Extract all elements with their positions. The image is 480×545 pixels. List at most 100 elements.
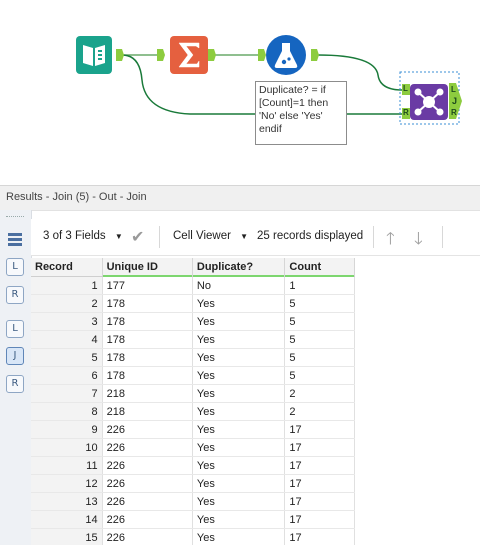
count-cell[interactable]: 17 — [284, 456, 355, 475]
unique-id-cell[interactable]: 178 — [102, 330, 193, 349]
right-input-button[interactable]: R — [6, 286, 24, 304]
duplicate-cell[interactable]: Yes — [192, 348, 286, 367]
record-cell[interactable]: 7 — [31, 384, 103, 403]
duplicate-cell[interactable]: No — [192, 276, 286, 295]
duplicate-cell[interactable]: Yes — [192, 402, 286, 421]
table-row[interactable]: 13 226 Yes 17 — [31, 492, 355, 511]
unique-id-cell[interactable]: 226 — [102, 492, 193, 511]
count-cell[interactable]: 5 — [284, 348, 355, 367]
list-icon[interactable] — [6, 230, 24, 248]
count-cell[interactable]: 5 — [284, 312, 355, 331]
table-row[interactable]: 4 178 Yes 5 — [31, 330, 355, 349]
count-cell[interactable]: 17 — [284, 420, 355, 439]
unique-id-cell[interactable]: 218 — [102, 384, 193, 403]
record-cell[interactable]: 15 — [31, 528, 103, 545]
duplicate-cell[interactable]: Yes — [192, 492, 286, 511]
table-row[interactable]: 3 178 Yes 5 — [31, 312, 355, 331]
count-cell[interactable]: 1 — [284, 276, 355, 295]
record-cell[interactable]: 6 — [31, 366, 103, 385]
unique-id-cell[interactable]: 226 — [102, 474, 193, 493]
table-row[interactable]: 7 218 Yes 2 — [31, 384, 355, 403]
table-row[interactable]: 12 226 Yes 17 — [31, 474, 355, 493]
count-cell[interactable]: 2 — [284, 384, 355, 403]
column-header-unique-id[interactable]: Unique ID — [102, 258, 193, 277]
checkmark-icon[interactable]: ✔ — [131, 227, 144, 247]
formula-tool[interactable] — [266, 35, 306, 75]
summarize-tool[interactable] — [170, 36, 208, 74]
count-cell[interactable]: 17 — [284, 492, 355, 511]
duplicate-cell[interactable]: Yes — [192, 474, 286, 493]
record-cell[interactable]: 14 — [31, 510, 103, 529]
duplicate-cell[interactable]: Yes — [192, 330, 286, 349]
duplicate-cell[interactable]: Yes — [192, 312, 286, 331]
table-row[interactable]: 15 226 Yes 17 — [31, 528, 355, 545]
duplicate-cell[interactable]: Yes — [192, 384, 286, 403]
table-row[interactable]: 2 178 Yes 5 — [31, 294, 355, 313]
drag-grip[interactable] — [6, 216, 24, 219]
results-grid[interactable]: Record Unique ID Duplicate? Count 1 177 No… — [31, 258, 355, 545]
arrow-up-icon[interactable]: 🡑 — [386, 226, 395, 255]
record-cell[interactable]: 12 — [31, 474, 103, 493]
column-header-duplicate[interactable]: Duplicate? — [192, 258, 286, 277]
column-header-record[interactable]: Record — [31, 258, 103, 277]
workflow-canvas[interactable]: Duplicate? = if [Count]=1 then 'No' else… — [0, 0, 480, 180]
unique-id-cell[interactable]: 178 — [102, 348, 193, 367]
record-cell[interactable]: 13 — [31, 492, 103, 511]
left-input-button[interactable]: L — [6, 258, 24, 276]
record-cell[interactable]: 4 — [31, 330, 103, 349]
count-cell[interactable]: 17 — [284, 510, 355, 529]
fields-selector[interactable]: 3 of 3 Fields ▼ — [43, 230, 123, 242]
unique-id-cell[interactable]: 177 — [102, 276, 193, 295]
table-row[interactable]: 5 178 Yes 5 — [31, 348, 355, 367]
unique-id-cell[interactable]: 226 — [102, 456, 193, 475]
duplicate-cell[interactable]: Yes — [192, 438, 286, 457]
unique-id-cell[interactable]: 226 — [102, 510, 193, 529]
cell-viewer-selector[interactable]: Cell Viewer ▼ — [173, 230, 248, 242]
table-row[interactable]: 11 226 Yes 17 — [31, 456, 355, 475]
right-output-button[interactable]: R — [6, 375, 24, 393]
unique-id-cell[interactable]: 226 — [102, 420, 193, 439]
count-cell[interactable]: 17 — [284, 438, 355, 457]
duplicate-cell[interactable]: Yes — [192, 456, 286, 475]
column-header-count[interactable]: Count — [284, 258, 355, 277]
count-cell[interactable]: 5 — [284, 330, 355, 349]
duplicate-cell[interactable]: Yes — [192, 420, 286, 439]
unique-id-cell[interactable]: 178 — [102, 366, 193, 385]
left-output-button[interactable]: L — [6, 320, 24, 338]
table-row[interactable]: 14 226 Yes 17 — [31, 510, 355, 529]
join-output-button[interactable]: J — [6, 347, 24, 365]
record-cell[interactable]: 11 — [31, 456, 103, 475]
duplicate-cell[interactable]: Yes — [192, 366, 286, 385]
table-row[interactable]: 9 226 Yes 17 — [31, 420, 355, 439]
record-cell[interactable]: 9 — [31, 420, 103, 439]
unique-id-cell[interactable]: 178 — [102, 312, 193, 331]
unique-id-cell[interactable]: 218 — [102, 402, 193, 421]
unique-id-cell[interactable]: 226 — [102, 438, 193, 457]
duplicate-cell[interactable]: Yes — [192, 510, 286, 529]
count-cell[interactable]: 2 — [284, 402, 355, 421]
table-row[interactable]: 1 177 No 1 — [31, 276, 355, 295]
record-cell[interactable]: 8 — [31, 402, 103, 421]
duplicate-cell[interactable]: Yes — [192, 294, 286, 313]
join-tool[interactable] — [410, 84, 448, 120]
join-output-join-anchor-label[interactable]: J — [452, 96, 457, 106]
record-cell[interactable]: 1 — [31, 276, 103, 295]
count-cell[interactable]: 5 — [284, 294, 355, 313]
input-data-tool[interactable] — [76, 36, 112, 74]
arrow-down-icon[interactable]: 🡓 — [414, 226, 423, 255]
record-cell[interactable]: 2 — [31, 294, 103, 313]
join-output-left-anchor-label[interactable]: L — [451, 85, 456, 94]
duplicate-cell[interactable]: Yes — [192, 528, 286, 545]
table-row[interactable]: 10 226 Yes 17 — [31, 438, 355, 457]
record-cell[interactable]: 5 — [31, 348, 103, 367]
join-output-right-anchor-label[interactable]: R — [451, 108, 457, 117]
record-cell[interactable]: 10 — [31, 438, 103, 457]
count-cell[interactable]: 17 — [284, 528, 355, 545]
record-cell[interactable]: 3 — [31, 312, 103, 331]
count-cell[interactable]: 17 — [284, 474, 355, 493]
unique-id-cell[interactable]: 226 — [102, 528, 193, 545]
count-cell[interactable]: 5 — [284, 366, 355, 385]
table-row[interactable]: 6 178 Yes 5 — [31, 366, 355, 385]
unique-id-cell[interactable]: 178 — [102, 294, 193, 313]
table-row[interactable]: 8 218 Yes 2 — [31, 402, 355, 421]
